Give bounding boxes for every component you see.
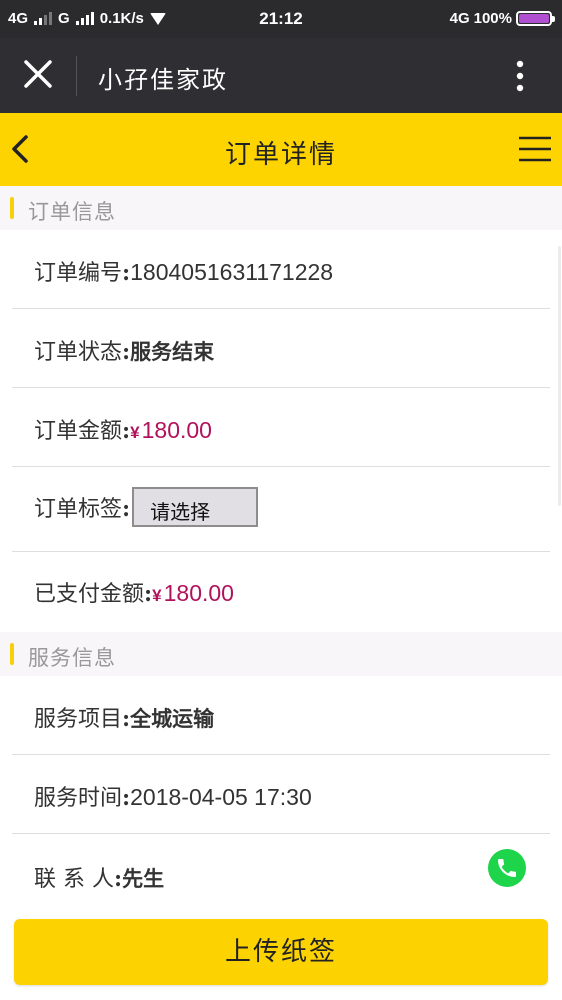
paid-amount-value: ¥180.00 bbox=[152, 580, 234, 606]
order-status: 订单状态:服务结束 bbox=[34, 339, 215, 365]
order-number: 订单编号:1804051631171228 bbox=[34, 259, 334, 286]
close-icon[interactable] bbox=[22, 58, 54, 90]
page-header: 订单详情 bbox=[0, 113, 562, 186]
more-vertical-icon[interactable] bbox=[516, 60, 524, 92]
service-info-section-header: 服务信息 bbox=[0, 632, 562, 676]
footer: 上传纸签 bbox=[0, 905, 562, 1000]
contact-row: 联 系 人:先生 bbox=[12, 835, 550, 905]
section-accent-bar bbox=[10, 643, 14, 665]
service-time-row: 服务时间:2018-04-05 17:30 bbox=[12, 756, 550, 834]
service-time: 服务时间:2018-04-05 17:30 bbox=[34, 784, 312, 811]
section-title: 服务信息 bbox=[28, 646, 116, 670]
battery-percent: 100% bbox=[473, 10, 512, 27]
order-amount-label: 订单金额 bbox=[34, 419, 123, 444]
order-tag-select[interactable]: 请选择 bbox=[132, 487, 259, 527]
currency-symbol: ¥ bbox=[130, 423, 140, 442]
section-title: 订单信息 bbox=[28, 200, 116, 224]
service-item-row: 服务项目:全城运输 bbox=[12, 677, 550, 755]
order-info-section-header: 订单信息 bbox=[0, 186, 562, 230]
contact-value: 先生 bbox=[122, 866, 165, 891]
status-right: 4G 100% bbox=[449, 10, 555, 27]
upload-paper-signature-button[interactable]: 上传纸签 bbox=[14, 919, 548, 985]
order-status-row: 订单状态:服务结束 bbox=[12, 310, 550, 388]
nav-divider bbox=[76, 56, 77, 96]
order-amount-row: 订单金额:¥180.00 bbox=[12, 389, 550, 467]
service-item-value: 全城运输 bbox=[130, 706, 215, 731]
service-item: 服务项目:全城运输 bbox=[34, 706, 215, 732]
order-amount-number: 180.00 bbox=[141, 417, 212, 443]
browser-nav-bar: 小孖佳家政 bbox=[0, 38, 562, 113]
paid-amount-row: 已支付金额:¥180.00 bbox=[12, 552, 550, 624]
nav-title: 小孖佳家政 bbox=[98, 66, 228, 94]
order-amount-value: ¥180.00 bbox=[130, 417, 212, 443]
service-time-label: 服务时间 bbox=[34, 786, 123, 811]
call-button[interactable] bbox=[488, 849, 526, 887]
status-bar: 4G G 0.1K/s 21:12 4G 100% bbox=[0, 0, 562, 38]
order-number-label: 订单编号 bbox=[34, 261, 123, 286]
service-item-label: 服务项目 bbox=[34, 707, 123, 732]
page-title: 订单详情 bbox=[224, 140, 337, 170]
scrollbar[interactable] bbox=[558, 246, 561, 506]
hamburger-menu-icon[interactable] bbox=[518, 135, 552, 163]
currency-symbol: ¥ bbox=[152, 586, 162, 605]
network-type-right: 4G bbox=[449, 10, 470, 27]
order-status-value: 服务结束 bbox=[130, 339, 215, 364]
phone-icon bbox=[498, 859, 516, 877]
order-amount: 订单金额:¥180.00 bbox=[34, 417, 212, 444]
paid-amount-label: 已支付金额 bbox=[34, 582, 145, 607]
order-tag: 订单标签: 请选择 bbox=[34, 487, 259, 530]
section-accent-bar bbox=[10, 197, 14, 219]
order-number-value: 1804051631171228 bbox=[130, 259, 334, 285]
battery-icon bbox=[516, 11, 555, 26]
contact-label: 联 系 人 bbox=[34, 867, 114, 892]
order-tag-label: 订单标签 bbox=[34, 497, 123, 522]
contact: 联 系 人:先生 bbox=[34, 866, 165, 892]
order-status-label: 订单状态 bbox=[34, 340, 123, 365]
paid-amount-number: 180.00 bbox=[163, 580, 234, 606]
paid-amount: 已支付金额:¥180.00 bbox=[34, 580, 234, 607]
order-tag-row: 订单标签: 请选择 bbox=[12, 468, 550, 552]
order-number-row: 订单编号:1804051631171228 bbox=[12, 231, 550, 309]
service-time-value: 2018-04-05 17:30 bbox=[130, 784, 312, 810]
